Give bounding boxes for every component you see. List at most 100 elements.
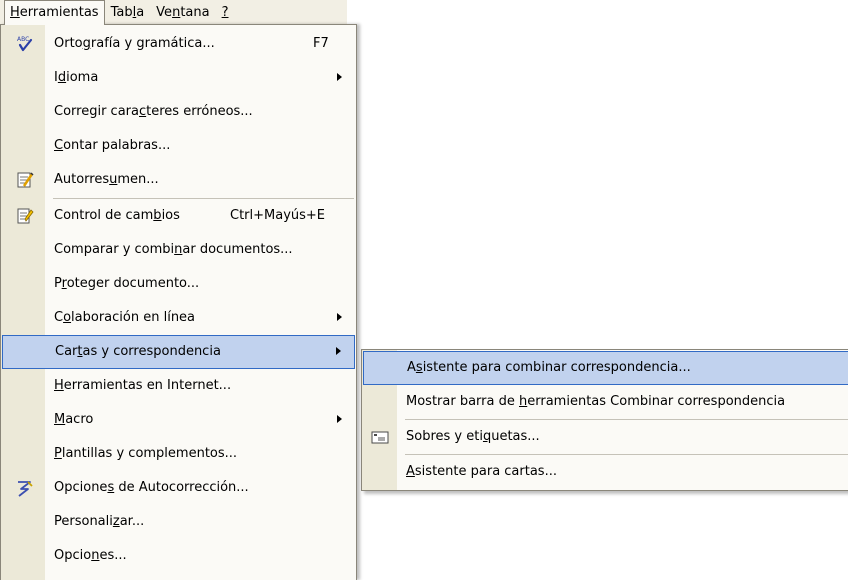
submenu-item-mostrar-barra-post: erramientas Combinar correspondencia (527, 394, 786, 409)
menu-item-macro[interactable]: Macro (1, 403, 356, 437)
menu-item-contar-palabras-label: Contar palabras... (54, 138, 170, 153)
menu-item-herramientas-internet[interactable]: Herramientas en Internet... (1, 369, 356, 403)
menu-item-control-cambios-mnemonic: b (153, 208, 162, 223)
menu-item-control-cambios-pre: Control de cam (54, 208, 154, 223)
menu-item-plantillas[interactable]: Plantillas y complementos... (1, 437, 356, 471)
envelope-labels-icon (370, 427, 390, 447)
menu-item-autorresumen-post: men... (117, 172, 159, 187)
menu-item-corregir-caracteres-label: Corregir caracteres erróneos... (54, 104, 253, 119)
submenu-item-mostrar-barra-mnemonic: h (519, 394, 528, 409)
menu-item-cartas-correspondencia-post: as y correspondencia (82, 344, 221, 359)
menu-item-spelling[interactable]: ABC Ortografía y gramática... F7 (1, 27, 356, 61)
menu-item-autorresumen-label: Autorresumen... (54, 172, 159, 187)
menu-item-personalizar-mnemonic: z (112, 514, 120, 529)
track-changes-icon (15, 206, 35, 226)
submenu-item-asistente-combinar-post: istente para combinar correspondencia... (422, 360, 691, 375)
menu-item-proteger-label: Proteger documento... (54, 276, 199, 291)
submenu-item-asistente-cartas-mnemonic: A (406, 464, 415, 479)
menu-item-control-cambios-post: ios (161, 208, 180, 223)
menu-item-colaboracion-label: Colaboración en línea (54, 310, 195, 325)
menu-item-herramientas-internet-label: Herramientas en Internet... (54, 378, 231, 393)
menu-item-herramientas-internet-post: erramientas en Internet... (63, 378, 232, 393)
menu-item-colaboracion-post: laboración en línea (71, 310, 196, 325)
menu-item-idioma-post: ioma (66, 70, 99, 85)
submenu-item-asistente-cartas-post: sistente para cartas... (414, 464, 557, 479)
menu-item-opciones-label: Opciones... (54, 548, 127, 563)
menu-item-autocorreccion[interactable]: Opciones de Autocorrección... (1, 471, 356, 505)
tools-menu: ABC Ortografía y gramática... F7 Idioma … (0, 24, 357, 580)
menu-item-autorresumen[interactable]: Autorresumen... (1, 163, 356, 197)
menu-item-proteger[interactable]: Proteger documento... (1, 267, 356, 301)
menu-item-personalizar[interactable]: Personalizar... (1, 505, 356, 539)
submenu-item-sobres-etiquetas-pre: Sobres y eti (406, 429, 483, 444)
menu-item-comparar-combinar-post: ar documentos... (182, 242, 293, 257)
submenu-arrow-icon (337, 415, 342, 423)
menu-item-cartas-correspondencia-label: Cartas y correspondencia (55, 344, 221, 359)
menu-item-contar-palabras-mnemonic: C (54, 138, 64, 153)
menu-item-comparar-combinar[interactable]: Comparar y combinar documentos... (1, 233, 356, 267)
menu-item-opciones-post: es... (99, 548, 127, 563)
menu-item-personalizar-pre: Personali (54, 514, 113, 529)
menu-item-herramientas-internet-mnemonic: H (54, 378, 64, 393)
menu-item-opciones-pre: Opcio (54, 548, 92, 563)
menu-item-opciones[interactable]: Opciones... (1, 539, 356, 573)
menu-tabla[interactable]: Tabla (105, 0, 151, 24)
menu-item-idioma-label: Idioma (54, 70, 98, 85)
menu-item-personalizar-post: ar... (119, 514, 145, 529)
menu-item-personalizar-label: Personalizar... (54, 514, 144, 529)
menu-herramientas[interactable]: Herramientas (4, 0, 105, 25)
autosummarize-icon (15, 170, 35, 190)
menu-item-comparar-combinar-label: Comparar y combinar documentos... (54, 242, 293, 257)
submenu-item-asistente-cartas-label: Asistente para cartas... (406, 464, 557, 479)
menu-item-corregir-caracteres[interactable]: Corregir caracteres erróneos... (1, 95, 356, 129)
menu-item-corregir-caracteres-pre: Corregir cara (54, 104, 139, 119)
submenu-item-mostrar-barra[interactable]: Mostrar barra de herramientas Combinar c… (362, 385, 848, 419)
submenu-item-sobres-etiquetas[interactable]: Sobres y etiquetas... (362, 420, 848, 454)
submenu-item-asistente-cartas[interactable]: Asistente para cartas... (362, 455, 848, 489)
spelling-check-icon: ABC (15, 34, 35, 54)
submenu-item-asistente-combinar-label: Asistente para combinar correspondencia.… (407, 360, 691, 375)
menu-item-autocorreccion-post: de Autocorrección... (114, 480, 249, 495)
menu-item-proteger-post: oteger documento... (66, 276, 200, 291)
menu-item-cartas-correspondencia[interactable]: Cartas y correspondencia (2, 335, 355, 369)
menu-item-macro-label: Macro (54, 412, 93, 427)
menu-item-autocorreccion-label: Opciones de Autocorrección... (54, 480, 249, 495)
menu-item-colaboracion[interactable]: Colaboración en línea (1, 301, 356, 335)
menu-item-comparar-combinar-pre: Comparar y combi (54, 242, 175, 257)
menu-help[interactable]: ? (216, 0, 235, 24)
submenu-item-asistente-combinar-mnemonic: s (415, 360, 423, 375)
menu-herramientas-mnemonic: H (10, 5, 20, 20)
menu-herramientas-post: erramientas (19, 5, 99, 20)
menu-item-colaboracion-pre: C (54, 310, 64, 325)
menu-ventana-pre: Ve (156, 5, 173, 20)
menu-help-mnemonic: ? (221, 5, 229, 20)
menu-bar: Herramientas Tabla Ventana ? (0, 0, 347, 25)
menu-item-spelling-mnemonic: g (82, 36, 91, 51)
submenu-item-mostrar-barra-label: Mostrar barra de herramientas Combinar c… (406, 394, 785, 409)
menu-item-plantillas-label: Plantillas y complementos... (54, 446, 237, 461)
submenu-arrow-icon (337, 73, 342, 81)
submenu-item-asistente-combinar-pre: A (407, 360, 416, 375)
menu-item-contar-palabras-post: ontar palabras... (63, 138, 171, 153)
menu-item-spelling-post: rafía y gramática... (90, 36, 215, 51)
menu-item-idioma[interactable]: Idioma (1, 61, 356, 95)
menu-item-proteger-pre: P (54, 276, 62, 291)
menu-item-spelling-label: Ortografía y gramática... (54, 36, 215, 51)
menu-item-control-cambios-shortcut: Ctrl+Mayús+E (230, 208, 326, 223)
submenu-item-mostrar-barra-pre: Mostrar barra de (406, 394, 519, 409)
menu-item-idioma-mnemonic: d (57, 70, 67, 85)
submenu-arrow-icon (337, 313, 342, 321)
submenu-item-sobres-etiquetas-label: Sobres y etiquetas... (406, 429, 540, 444)
menu-item-colaboracion-mnemonic: o (63, 310, 72, 325)
menu-item-contar-palabras[interactable]: Contar palabras... (1, 129, 356, 163)
submenu-item-sobres-etiquetas-mnemonic: q (482, 429, 492, 444)
mail-merge-submenu: Asistente para combinar correspondencia.… (361, 349, 848, 491)
submenu-item-sobres-etiquetas-post: uetas... (491, 429, 540, 444)
submenu-item-asistente-combinar[interactable]: Asistente para combinar correspondencia.… (363, 351, 848, 385)
menu-item-plantillas-mnemonic: P (54, 446, 62, 461)
menu-item-control-cambios[interactable]: Control de cambios Ctrl+Mayús+E (1, 199, 356, 233)
menu-item-cartas-correspondencia-pre: Car (55, 344, 78, 359)
menu-item-macro-post: acro (65, 412, 94, 427)
menu-ventana[interactable]: Ventana (150, 0, 215, 24)
menu-item-control-cambios-label: Control de cambios (54, 208, 180, 223)
